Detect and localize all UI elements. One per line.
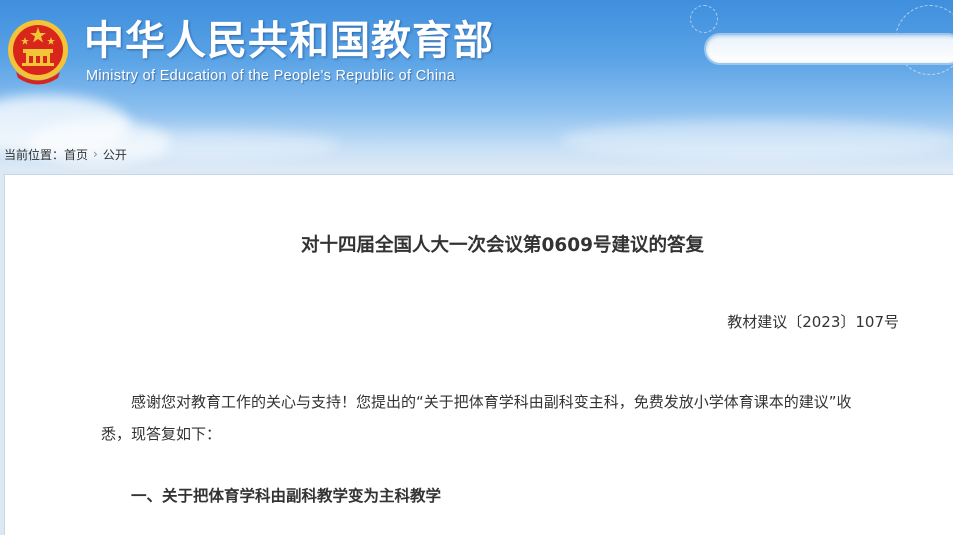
search-input[interactable] (704, 33, 953, 65)
site-subtitle[interactable]: Ministry of Education of the People's Re… (86, 68, 455, 84)
breadcrumb-public-link[interactable]: 公开 (103, 146, 127, 163)
breadcrumb: 当前位置： 首页 › 公开 (4, 145, 127, 163)
national-emblem-icon[interactable] (6, 17, 70, 87)
dandelion-decoration (690, 5, 718, 33)
breadcrumb-home-link[interactable]: 首页 (64, 146, 88, 163)
document-number: 教材建议〔2023〕107号 (727, 313, 899, 331)
article-panel: 对十四届全国人大一次会议第0609号建议的答复 教材建议〔2023〕107号 感… (4, 174, 953, 535)
chevron-right-icon: › (93, 147, 98, 161)
article-title: 对十四届全国人大一次会议第0609号建议的答复 (301, 235, 704, 256)
section-heading: 一、关于把体育学科由副科教学变为主科教学 (131, 487, 442, 505)
breadcrumb-label: 当前位置： (4, 147, 65, 162)
header-cloud (560, 120, 953, 160)
article-paragraph: 感谢您对教育工作的关心与支持！您提出的“关于把体育学科由副科变主科，免费发放小学… (101, 393, 852, 443)
site-header: 中华人民共和国教育部 Ministry of Education of the … (0, 0, 953, 170)
site-title[interactable]: 中华人民共和国教育部 (84, 18, 494, 64)
